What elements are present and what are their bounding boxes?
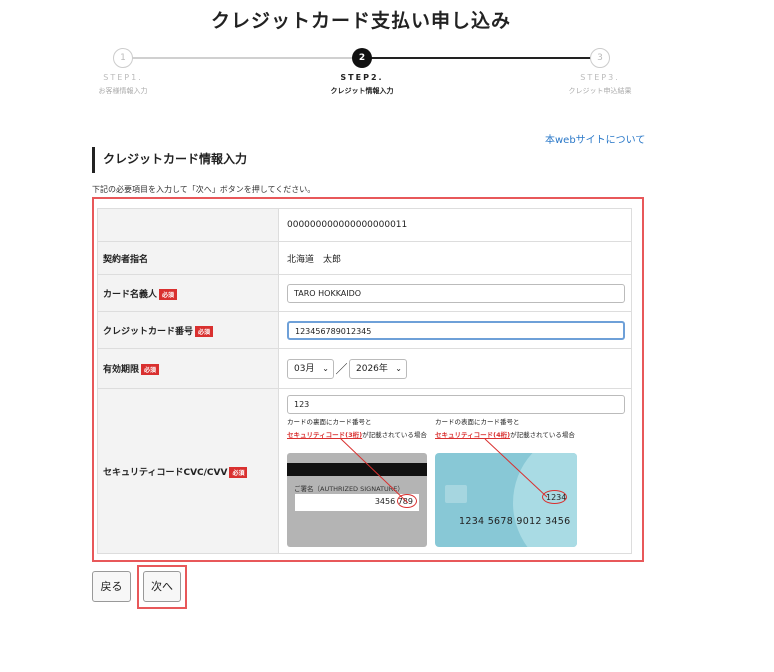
back-number-prefix: 3456: [374, 497, 396, 506]
id-value: 000000000000000000011: [278, 208, 632, 242]
expiry-year-select[interactable]: 2026年 ⌄: [349, 358, 407, 379]
step-1-circle: 1: [113, 48, 133, 68]
progress-stepper: 1 STEP1. お客様情報入力 2 STEP2. クレジット情報入力 3 ST…: [0, 44, 774, 104]
id-label-cell: [97, 208, 279, 242]
step-1-sub: お客様情報入力: [98, 87, 148, 95]
credit-card-form: 000000000000000000011 契約者指名 北海道 太郎 カード名義…: [97, 208, 632, 554]
card-holder-cell: TARO HOKKAIDO: [278, 274, 632, 312]
expiry-cell: 03月 ⌄ ／ 2026年 ⌄: [278, 348, 632, 389]
step-connector-2: [362, 57, 600, 59]
card-holder-input[interactable]: TARO HOKKAIDO: [287, 283, 625, 303]
step-3-circle: 3: [590, 48, 610, 68]
front-card-number: 1234 5678 9012 3456: [459, 516, 571, 527]
page-title: クレジットカード支払い申し込み: [210, 10, 511, 32]
card-number-input[interactable]: 123456789012345: [287, 320, 625, 340]
card-back-illustration: ご署名（AUTHRIZED SIGNATURE） 3456 789: [287, 453, 427, 547]
expiry-label-text: 有効期限: [103, 365, 140, 375]
card-number-label-text: クレジットカード番号: [103, 326, 194, 337]
next-button[interactable]: 次へ: [143, 571, 181, 602]
security-code-label-text: セキュリティコードCVC/CVV: [103, 467, 228, 478]
security-code-input[interactable]: 123: [287, 395, 625, 414]
card-holder-label-text: カード名義人: [103, 289, 158, 300]
front-card-note: カードの表面にカード番号と セキュリティコード(4桁)が記載されている場合: [435, 416, 575, 442]
back-code-highlight-circle: [397, 494, 417, 508]
front-note-line1: カードの表面にカード番号と: [435, 418, 520, 426]
step-2-sub: クレジット情報入力: [330, 87, 394, 95]
instruction-text: 下記の必要項目を入力して「次へ」ボタンを押してください。: [92, 185, 316, 194]
expiry-label: 有効期限 必須: [97, 348, 279, 389]
contract-name-label-text: 契約者指名: [103, 254, 149, 265]
required-badge: 必須: [195, 325, 214, 337]
front-note-line2: が記載されている場合: [510, 431, 575, 439]
security-code-cell: 123 カードの裏面にカード番号と セキュリティコード(3桁)が記載されている場…: [278, 388, 632, 554]
front-code-highlight-circle: [542, 490, 567, 504]
card-holder-label: カード名義人 必須: [97, 274, 279, 312]
back-button[interactable]: 戻る: [92, 571, 131, 602]
expiry-month-value: 03月: [294, 363, 315, 374]
card-chip-icon: [445, 485, 467, 503]
site-info-link[interactable]: 本webサイトについて: [545, 131, 645, 146]
contract-name-label: 契約者指名: [97, 241, 279, 275]
required-badge: 必須: [141, 364, 160, 375]
required-badge: 必須: [229, 466, 248, 478]
back-note-line1: カードの裏面にカード番号と: [287, 418, 372, 426]
step-2-label: STEP2.: [340, 73, 384, 82]
section-heading: クレジットカード情報入力: [92, 147, 247, 173]
back-card-note: カードの裏面にカード番号と セキュリティコード(3桁)が記載されている場合: [287, 416, 427, 442]
step-3-label: STEP3.: [580, 73, 620, 82]
card-front-illustration: 1234 1234 5678 9012 3456: [435, 453, 577, 547]
required-badge: 必須: [159, 288, 178, 300]
magnetic-stripe: [287, 463, 427, 476]
card-number-label: クレジットカード番号 必須: [97, 311, 279, 349]
expiry-year-value: 2026年: [356, 363, 388, 374]
signature-label: ご署名（AUTHRIZED SIGNATURE）: [294, 485, 404, 493]
contract-name-value: 北海道 太郎: [278, 241, 632, 275]
back-note-red: セキュリティコード(3桁): [287, 431, 363, 439]
chevron-down-icon: ⌄: [395, 363, 402, 373]
front-note-red: セキュリティコード(4桁): [435, 431, 511, 439]
signature-panel: 3456 789: [295, 494, 419, 511]
card-number-cell: 123456789012345: [278, 311, 632, 349]
security-code-label: セキュリティコードCVC/CVV 必須: [97, 388, 279, 554]
step-3-sub: クレジット申込結果: [568, 87, 632, 95]
step-connector-1: [123, 57, 362, 59]
expiry-month-select[interactable]: 03月 ⌄: [287, 358, 334, 379]
chevron-down-icon: ⌄: [322, 363, 329, 373]
step-2-circle: 2: [352, 48, 372, 68]
expiry-separator: ／: [335, 362, 348, 376]
back-note-line2: が記載されている場合: [362, 431, 427, 439]
step-1-label: STEP1.: [103, 73, 143, 82]
